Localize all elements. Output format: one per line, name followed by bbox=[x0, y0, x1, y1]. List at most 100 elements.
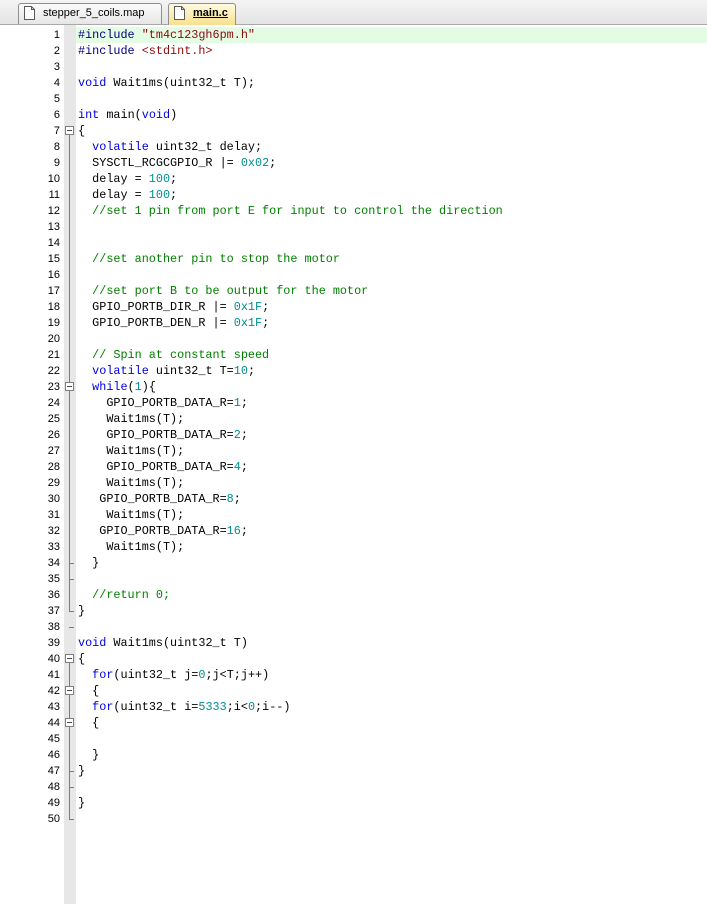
code-line[interactable]: } bbox=[78, 763, 698, 779]
line-number: 9 bbox=[53, 157, 60, 169]
line-number: 31 bbox=[47, 509, 60, 521]
code-line[interactable]: //return 0; bbox=[78, 587, 698, 603]
code-line[interactable]: } bbox=[78, 747, 698, 763]
line-number: 15 bbox=[47, 253, 60, 265]
line-number: 1 bbox=[53, 29, 60, 41]
code-line[interactable]: //set port B to be output for the motor bbox=[78, 283, 698, 299]
code-line[interactable]: #include "tm4c123gh6pm.h" bbox=[78, 27, 698, 43]
code-line[interactable] bbox=[78, 235, 698, 251]
code-line[interactable] bbox=[78, 571, 698, 587]
code-editor[interactable]: 1 2 3 4 5 6 7 8 9 10 11 12 13 14 15 16 17 18 19 20 21 22 23 24 2… bbox=[0, 25, 707, 904]
code-line[interactable]: } bbox=[78, 603, 698, 619]
line-number: 21 bbox=[47, 349, 60, 361]
code-line[interactable]: GPIO_PORTB_DATA_R=1; bbox=[78, 395, 698, 411]
fold-toggle-icon[interactable] bbox=[65, 718, 74, 727]
tab-main-c[interactable]: main.c bbox=[168, 3, 236, 25]
code-line[interactable]: GPIO_PORTB_DATA_R=4; bbox=[78, 459, 698, 475]
line-number: 23 bbox=[47, 381, 60, 393]
line-number: 2 bbox=[53, 45, 60, 57]
line-number: 25 bbox=[47, 413, 60, 425]
line-number: 49 bbox=[47, 797, 60, 809]
fold-toggle-icon[interactable] bbox=[65, 382, 74, 391]
code-line[interactable] bbox=[78, 811, 698, 827]
file-icon bbox=[174, 6, 185, 20]
fold-end-mark bbox=[69, 627, 74, 628]
code-line[interactable]: for(uint32_t j=0;j<T;j++) bbox=[78, 667, 698, 683]
code-line[interactable]: delay = 100; bbox=[78, 171, 698, 187]
line-number: 41 bbox=[47, 669, 60, 681]
code-line[interactable]: void Wait1ms(uint32_t T); bbox=[78, 75, 698, 91]
code-line[interactable]: Wait1ms(T); bbox=[78, 411, 698, 427]
line-number: 20 bbox=[47, 333, 60, 345]
code-line[interactable] bbox=[78, 731, 698, 747]
line-number: 33 bbox=[47, 541, 60, 553]
fold-toggle-icon[interactable] bbox=[65, 654, 74, 663]
code-line[interactable]: GPIO_PORTB_DEN_R |= 0x1F; bbox=[78, 315, 698, 331]
code-line[interactable]: { bbox=[78, 683, 698, 699]
line-number: 39 bbox=[47, 637, 60, 649]
code-line[interactable]: GPIO_PORTB_DIR_R |= 0x1F; bbox=[78, 299, 698, 315]
line-number: 18 bbox=[47, 301, 60, 313]
fold-end-mark bbox=[69, 611, 74, 612]
line-number: 37 bbox=[47, 605, 60, 617]
line-number: 44 bbox=[47, 717, 60, 729]
code-line[interactable]: int main(void) bbox=[78, 107, 698, 123]
code-line[interactable]: #include <stdint.h> bbox=[78, 43, 698, 59]
code-line[interactable]: Wait1ms(T); bbox=[78, 539, 698, 555]
line-number: 30 bbox=[47, 493, 60, 505]
code-line[interactable]: void Wait1ms(uint32_t T) bbox=[78, 635, 698, 651]
code-line[interactable]: //set 1 pin from port E for input to con… bbox=[78, 203, 698, 219]
code-line[interactable]: { bbox=[78, 123, 698, 139]
code-line[interactable]: //set another pin to stop the motor bbox=[78, 251, 698, 267]
tab-label: main.c bbox=[193, 7, 228, 19]
fold-end-mark bbox=[69, 771, 74, 772]
code-line[interactable]: volatile uint32_t delay; bbox=[78, 139, 698, 155]
line-number: 43 bbox=[47, 701, 60, 713]
code-line[interactable]: GPIO_PORTB_DATA_R=8; bbox=[78, 491, 698, 507]
line-number: 46 bbox=[47, 749, 60, 761]
line-number: 10 bbox=[47, 173, 60, 185]
line-number: 17 bbox=[47, 285, 60, 297]
code-line[interactable] bbox=[78, 59, 698, 75]
fold-end-mark bbox=[69, 579, 74, 580]
file-icon bbox=[24, 6, 35, 20]
code-line[interactable] bbox=[78, 219, 698, 235]
line-number-gutter: 1 2 3 4 5 6 7 8 9 10 11 12 13 14 15 16 17 18 19 20 21 22 23 24 2… bbox=[0, 25, 64, 904]
code-line[interactable]: while(1){ bbox=[78, 379, 698, 395]
line-number: 22 bbox=[47, 365, 60, 377]
code-line[interactable]: SYSCTL_RCGCGPIO_R |= 0x02; bbox=[78, 155, 698, 171]
code-line[interactable]: volatile uint32_t T=10; bbox=[78, 363, 698, 379]
fold-toggle-icon[interactable] bbox=[65, 686, 74, 695]
code-line[interactable] bbox=[78, 331, 698, 347]
fold-toggle-icon[interactable] bbox=[65, 126, 74, 135]
code-line[interactable] bbox=[78, 91, 698, 107]
line-number: 28 bbox=[47, 461, 60, 473]
code-line[interactable]: Wait1ms(T); bbox=[78, 507, 698, 523]
code-line[interactable]: { bbox=[78, 715, 698, 731]
code-line[interactable]: GPIO_PORTB_DATA_R=16; bbox=[78, 523, 698, 539]
code-line[interactable]: GPIO_PORTB_DATA_R=2; bbox=[78, 427, 698, 443]
line-number: 40 bbox=[47, 653, 60, 665]
fold-end-mark bbox=[69, 819, 74, 820]
code-line[interactable]: // Spin at constant speed bbox=[78, 347, 698, 363]
line-number: 42 bbox=[47, 685, 60, 697]
line-number: 14 bbox=[47, 237, 60, 249]
code-line[interactable]: for(uint32_t i=5333;i<0;i--) bbox=[78, 699, 698, 715]
code-line[interactable] bbox=[78, 267, 698, 283]
line-number: 7 bbox=[53, 125, 60, 137]
code-line[interactable]: delay = 100; bbox=[78, 187, 698, 203]
line-number: 5 bbox=[53, 93, 60, 105]
line-number: 36 bbox=[47, 589, 60, 601]
line-number: 12 bbox=[47, 205, 60, 217]
code-line[interactable]: } bbox=[78, 795, 698, 811]
code-line[interactable]: Wait1ms(T); bbox=[78, 475, 698, 491]
code-line[interactable]: Wait1ms(T); bbox=[78, 443, 698, 459]
tab-stepper-5-coils-map[interactable]: stepper_5_coils.map bbox=[18, 3, 162, 24]
line-number: 11 bbox=[48, 189, 60, 201]
code-line[interactable]: { bbox=[78, 651, 698, 667]
line-number: 26 bbox=[47, 429, 60, 441]
code-line[interactable] bbox=[78, 779, 698, 795]
code-line[interactable] bbox=[78, 619, 698, 635]
line-number: 38 bbox=[47, 621, 60, 633]
code-line[interactable]: } bbox=[78, 555, 698, 571]
